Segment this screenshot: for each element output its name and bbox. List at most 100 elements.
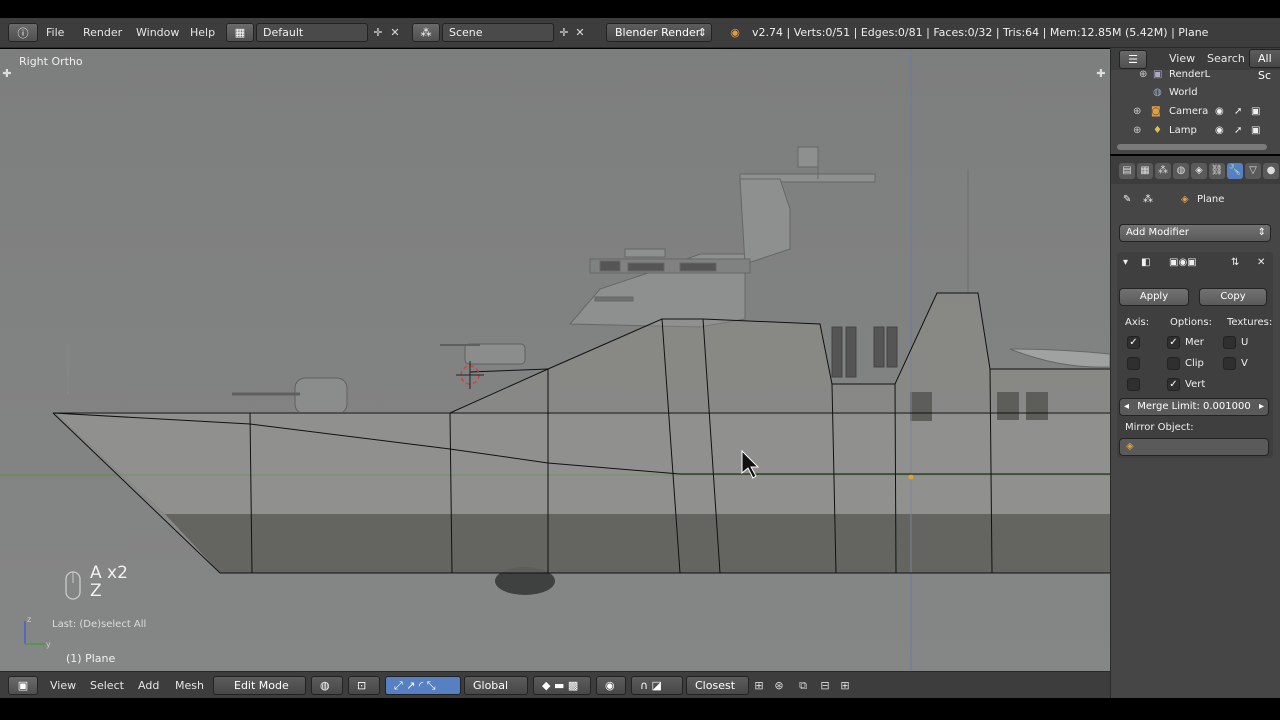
3d-viewport[interactable]: z y Right Ortho A x2 Z Last: (De)select … bbox=[0, 49, 1110, 671]
remove-modifier-icon[interactable]: ✕ bbox=[1257, 257, 1265, 268]
outliner-row[interactable]: ⊕ ◙ Camera ◉ ➚ ▣ bbox=[1111, 102, 1280, 121]
snap-toggle[interactable]: ∩ ◪ bbox=[631, 676, 683, 695]
key-hint-line2: Z bbox=[90, 581, 102, 601]
increment-arrow-icon[interactable]: ▸ bbox=[1259, 399, 1264, 415]
vert-option-label: Vert bbox=[1185, 379, 1206, 390]
toolshelf-expand-icon[interactable]: ✚ bbox=[0, 67, 14, 81]
render-engine-label: Blender Render bbox=[615, 26, 701, 39]
viewport-shading-dropdown[interactable]: ◍ bbox=[311, 676, 343, 695]
proportional-edit-dropdown[interactable]: ◉ bbox=[596, 676, 626, 695]
snap-target-dropdown[interactable]: Closest bbox=[686, 676, 749, 695]
collapse-arrow-icon[interactable]: ▾ bbox=[1123, 257, 1128, 268]
add-modifier-dropdown[interactable]: Add Modifier ⇕ bbox=[1119, 224, 1271, 242]
constraints-tab-icon[interactable]: ⛓ bbox=[1209, 163, 1225, 179]
mirror-object-field[interactable]: ◈ bbox=[1119, 438, 1269, 456]
vertex-groups-checkbox[interactable]: ✓ bbox=[1167, 378, 1180, 391]
modifier-toggle-icons[interactable]: ▣◉▣ bbox=[1169, 257, 1197, 268]
add-scene-icon[interactable]: ✛ bbox=[557, 26, 571, 40]
pivot-icon: ⊡ bbox=[357, 679, 367, 692]
merge-limit-field[interactable]: ◂ Merge Limit: 0.001000 ▸ bbox=[1119, 398, 1269, 416]
merge-checkbox[interactable]: ✓ bbox=[1167, 336, 1180, 349]
clipping-checkbox[interactable] bbox=[1167, 357, 1180, 370]
last-operator-label: Last: (De)select All bbox=[52, 619, 147, 630]
selection-mode-buttons[interactable]: ◆ ▬ ▩ bbox=[533, 676, 591, 695]
menu-render[interactable]: Render bbox=[83, 23, 122, 43]
axis-label: Axis: bbox=[1125, 317, 1150, 328]
key-hint-line1: A x2 bbox=[90, 563, 128, 583]
menu-add[interactable]: Add bbox=[138, 679, 159, 692]
svg-text:z: z bbox=[27, 615, 31, 624]
menu-help[interactable]: Help bbox=[190, 23, 215, 43]
outliner-panel[interactable]: ☰ View Search All Sc ⊕ ▣ RenderL ◍ World… bbox=[1110, 48, 1280, 154]
outliner-row[interactable]: ⊕ ♦ Lamp ◉ ➚ ▣ bbox=[1111, 121, 1280, 140]
render-layers-tab-icon[interactable]: ▦ bbox=[1137, 163, 1153, 179]
texture-u-checkbox[interactable] bbox=[1223, 336, 1236, 349]
data-tab-icon[interactable]: ▽ bbox=[1245, 163, 1261, 179]
screen-layout-field[interactable]: Default bbox=[256, 23, 368, 42]
outliner-row[interactable]: ◍ World bbox=[1111, 83, 1280, 102]
object-tab-icon[interactable]: ◈ bbox=[1191, 163, 1207, 179]
decrement-arrow-icon[interactable]: ◂ bbox=[1124, 399, 1129, 415]
manipulator-toggle-group[interactable]: ⤢ ↗ ◜ ⤡ bbox=[385, 676, 461, 695]
render-engine-dropdown[interactable]: Blender Render ⇕ bbox=[606, 23, 712, 42]
mode-dropdown[interactable]: Edit Mode bbox=[213, 676, 306, 695]
screen-layout-browse-button[interactable]: ▦ bbox=[226, 23, 254, 42]
pivot-point-dropdown[interactable]: ⊡ bbox=[348, 676, 380, 695]
remove-layout-icon[interactable]: ✕ bbox=[388, 26, 402, 40]
render-tab-icon[interactable]: ▤ bbox=[1119, 163, 1135, 179]
axis-y-checkbox[interactable] bbox=[1127, 357, 1140, 370]
select-arrow-icon[interactable]: ➚ bbox=[1234, 102, 1242, 121]
pin-icon[interactable]: ✎ bbox=[1123, 194, 1131, 205]
outliner-row[interactable]: ⊕ ▣ RenderL bbox=[1111, 65, 1280, 84]
render-camera-icon[interactable]: ▣ bbox=[1251, 121, 1260, 140]
texture-v-checkbox[interactable] bbox=[1223, 357, 1236, 370]
editor-type-button-3d[interactable]: ▣ bbox=[8, 676, 38, 695]
snap-align-icon[interactable]: ⊞ bbox=[752, 679, 766, 693]
camera-icon: ◙ bbox=[1151, 106, 1161, 117]
expand-icon: ⊕ bbox=[1139, 69, 1148, 80]
visibility-eye-icon[interactable]: ◉ bbox=[1215, 121, 1224, 140]
scene-browse-button[interactable]: ⁂ bbox=[412, 23, 440, 42]
remove-scene-icon[interactable]: ✕ bbox=[573, 26, 587, 40]
menu-view[interactable]: View bbox=[50, 679, 76, 692]
add-layout-icon[interactable]: ✛ bbox=[371, 26, 385, 40]
blender-logo-icon: ◉ bbox=[730, 26, 740, 39]
info-icon: ⓘ bbox=[17, 26, 29, 40]
transform-orientation-dropdown[interactable]: Global bbox=[464, 676, 528, 695]
world-icon: ◍ bbox=[1153, 87, 1162, 98]
render-icon[interactable]: ⊛ bbox=[772, 679, 786, 693]
menu-mesh[interactable]: Mesh bbox=[175, 679, 204, 692]
world-tab-icon[interactable]: ◍ bbox=[1173, 163, 1189, 179]
outliner-menu-view[interactable]: View bbox=[1169, 52, 1195, 65]
edit-mode-label: Edit Mode bbox=[234, 679, 289, 692]
orientation-label: Global bbox=[473, 679, 509, 692]
visibility-eye-icon[interactable]: ◉ bbox=[1215, 102, 1224, 121]
copy-icon[interactable]: ⧉ bbox=[796, 679, 810, 693]
copy-button[interactable]: Copy bbox=[1199, 288, 1267, 306]
modifiers-wrench-tab-icon[interactable]: 🔧 bbox=[1227, 163, 1243, 179]
render-animation-icon[interactable]: ⊟ bbox=[818, 679, 832, 693]
select-arrow-icon[interactable]: ➚ bbox=[1234, 121, 1242, 140]
axis-z-checkbox[interactable] bbox=[1127, 378, 1140, 391]
apply-button[interactable]: Apply bbox=[1119, 288, 1189, 306]
editor-type-button[interactable]: ⓘ bbox=[8, 23, 38, 42]
menu-window[interactable]: Window bbox=[136, 23, 179, 43]
u-option-label: U bbox=[1241, 337, 1249, 348]
mirror-modifier-box: ▾ ◧ ▣◉▣ ⇅ ✕ Apply Copy Axis: Options: Te… bbox=[1117, 252, 1273, 458]
scene-field[interactable]: Scene bbox=[442, 23, 554, 42]
paste-icon[interactable]: ⊞ bbox=[838, 679, 852, 693]
menu-select[interactable]: Select bbox=[90, 679, 124, 692]
outliner-menu-search[interactable]: Search bbox=[1207, 52, 1245, 65]
menu-file[interactable]: File bbox=[46, 23, 64, 43]
reference-image-ship: z y bbox=[0, 49, 1110, 671]
scene-tab-icon[interactable]: ⁂ bbox=[1155, 163, 1171, 179]
expand-icon: ⊕ bbox=[1133, 125, 1142, 136]
properties-panel[interactable]: ▤ ▦ ⁂ ◍ ◈ ⛓ 🔧 ▽ ● ✎ ⁂ ◈ Plane Add Modifi… bbox=[1110, 156, 1280, 698]
outliner-scrollbar[interactable] bbox=[1117, 144, 1267, 150]
axis-x-checkbox[interactable]: ✓ bbox=[1127, 336, 1140, 349]
material-tab-icon[interactable]: ● bbox=[1263, 163, 1279, 179]
region-expand-icon[interactable]: ✚ bbox=[1094, 67, 1108, 81]
move-up-down-icon[interactable]: ⇅ bbox=[1231, 257, 1239, 268]
svg-text:y: y bbox=[46, 640, 51, 649]
render-camera-icon[interactable]: ▣ bbox=[1251, 102, 1260, 121]
